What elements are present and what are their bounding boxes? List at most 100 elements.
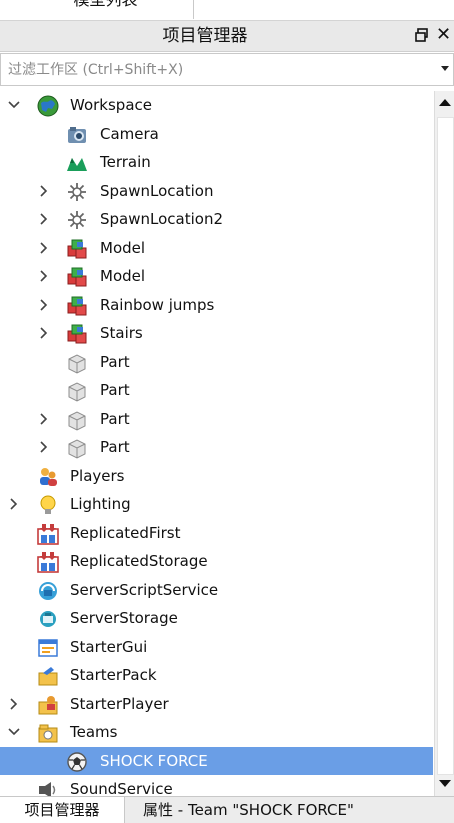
tree-row[interactable]: StarterGui [0,633,433,662]
bottom-tab-bar: 项目管理器 属性 - Team "SHOCK FORCE" [0,796,454,823]
tree-row[interactable]: SpawnLocation2 [0,205,433,234]
server-script-service-icon [39,581,57,600]
tree-item-label: SoundService [70,780,173,796]
tree-row[interactable]: Part [0,433,433,462]
tree-item-label: Part [100,381,130,399]
tab-explorer[interactable]: 项目管理器 [0,797,125,823]
tree-row[interactable]: ServerScriptService [0,576,433,605]
replicated-icon [37,523,59,545]
model-icon [67,239,87,258]
tree-item-label: Players [70,466,125,485]
top-tab-strip: 模型列表 [0,0,454,21]
tree-row[interactable]: StarterPlayer [0,690,433,719]
tree-item-label: SpawnLocation [100,181,214,200]
tree-item-label: Camera [100,124,159,143]
tab-model-list[interactable]: 模型列表 [18,0,194,19]
chevron-right-icon[interactable] [7,497,21,511]
server-storage-icon [40,611,56,627]
tree-item-label: StarterGui [70,637,148,656]
chevron-right-icon[interactable] [37,212,51,226]
tree-item-label: ReplicatedStorage [70,552,208,570]
spawn-location-icon [68,182,86,201]
part-icon [68,439,86,459]
tree-item-label: Terrain [100,153,151,171]
chevron-right-icon[interactable] [37,326,51,340]
tree-row[interactable]: StarterPack [0,661,433,690]
starter-gui-icon [38,638,58,657]
sound-service-icon [39,782,56,796]
camera-icon [68,126,86,143]
tab-properties[interactable]: 属性 - Team "SHOCK FORCE" [143,797,354,823]
part-icon [68,410,86,431]
model-icon [67,296,87,315]
tree-row[interactable]: Camera [0,120,433,149]
model-icon [67,324,87,344]
spawn-location-icon [68,211,86,229]
tree-item-label: Teams [70,723,118,741]
tree-row[interactable]: Part [0,405,433,434]
chevron-down-icon[interactable] [7,98,21,112]
chevron-down-icon[interactable] [7,725,21,739]
tree-item-label: Part [100,438,130,456]
scroll-down-arrow-icon[interactable] [435,774,454,794]
starter-pack-icon [38,667,58,686]
tree-item-label: Part [100,409,130,428]
tree-row[interactable]: Terrain [0,148,433,177]
chevron-down-icon[interactable] [441,66,449,71]
chevron-right-icon[interactable] [37,269,51,283]
vertical-scrollbar[interactable] [434,91,454,796]
teams-icon [38,724,58,743]
players-icon [40,467,57,486]
tree-item-label: ServerScriptService [70,580,219,599]
explorer-tree: Workspace Camera Terrain SpawnLocation Spawn… [0,91,433,796]
tree-row[interactable]: Teams [0,718,433,747]
tree-item-label: StarterPack [70,666,157,684]
tree-row[interactable]: SHOCK FORCE [0,746,433,775]
tree-row[interactable]: ServerStorage [0,604,433,633]
starter-player-icon [38,695,58,714]
chevron-right-icon[interactable] [37,184,51,198]
chevron-right-icon[interactable] [37,241,51,255]
tree-row[interactable]: Part [0,348,433,377]
part-icon [68,353,86,374]
tree-item-label: ServerStorage [70,609,178,627]
tree-item-label: Model [100,267,146,285]
tree-row[interactable]: Lighting [0,490,433,519]
tree-row[interactable]: Workspace [0,91,433,120]
replicated-icon [37,552,59,573]
chevron-right-icon[interactable] [37,412,51,426]
terrain-icon [67,158,87,171]
filter-input[interactable] [6,57,430,83]
chevron-right-icon[interactable] [37,440,51,454]
tree-item-label: SHOCK FORCE [100,751,208,770]
tree-item-label: StarterPlayer [70,694,169,713]
lighting-bulb-icon [40,495,56,514]
tree-item-label: ReplicatedFirst [70,523,181,542]
tree-row[interactable]: Model [0,262,433,291]
tree-item-label: Stairs [100,324,143,342]
chevron-right-icon[interactable] [7,697,21,711]
tree-row[interactable]: Part [0,376,433,405]
tree-item-label: Lighting [70,495,131,513]
chevron-right-icon[interactable] [37,298,51,312]
tree-row[interactable]: ReplicatedFirst [0,519,433,548]
tree-row[interactable]: SpawnLocation [0,177,433,206]
close-icon[interactable]: ✕ [436,26,451,44]
tree-row[interactable]: SoundService [0,775,433,796]
tree-row[interactable]: Players [0,462,433,491]
scroll-thumb[interactable] [437,117,454,775]
tree-row[interactable]: Model [0,234,433,263]
tree-row[interactable]: ReplicatedStorage [0,547,433,576]
part-icon [68,382,86,402]
team-icon [67,751,87,772]
scroll-up-arrow-icon[interactable] [435,93,454,113]
model-icon [67,267,87,287]
tree-item-label: Part [100,352,130,371]
tree-row[interactable]: Rainbow jumps [0,291,433,320]
tree-row[interactable]: Stairs [0,319,433,348]
tree-item-label: SpawnLocation2 [100,210,223,228]
panel-titlebar: 项目管理器 ✕ [0,21,454,52]
tree-item-label: Workspace [70,96,152,114]
filter-box [0,53,454,86]
pin-icon[interactable] [414,27,430,43]
